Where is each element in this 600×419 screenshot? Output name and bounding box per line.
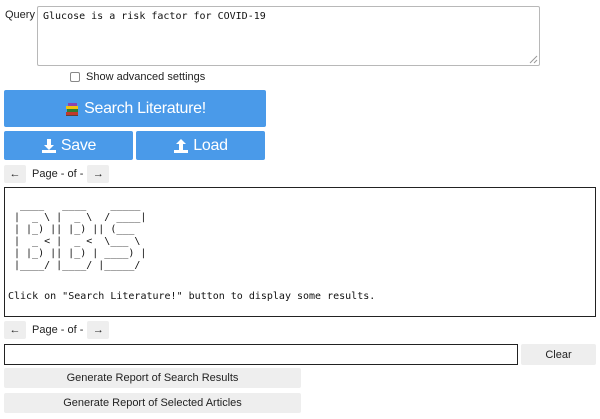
next-page-button[interactable]: → [87,165,110,183]
query-label: Query [5,9,35,21]
advanced-settings-toggle[interactable]: Show advanced settings [70,70,205,84]
download-icon [41,138,57,154]
ascii-logo: ____ ____ _____ | _ \ | _ \ / ____| | |_… [14,200,147,271]
books-icon [64,101,80,117]
generate-report-selected-articles-button[interactable]: Generate Report of Selected Articles [4,393,301,413]
advanced-settings-label: Show advanced settings [86,71,206,83]
pager-bottom: ← Page - of - → [4,321,110,339]
results-message: Click on "Search Literature!" button to … [8,291,376,302]
prev-page-button[interactable]: ← [4,165,26,183]
prev-page-button[interactable]: ← [4,321,26,339]
resize-grip-icon[interactable] [529,55,538,64]
page-indicator: Page - of - [32,168,84,180]
filter-input[interactable] [4,344,518,365]
upload-icon [173,138,189,154]
clear-button[interactable]: Clear [521,344,596,365]
query-input[interactable]: Glucose is a risk factor for COVID-19 [37,6,540,66]
save-button[interactable]: Save [4,131,133,160]
generate-report-search-results-button[interactable]: Generate Report of Search Results [4,368,301,388]
search-literature-label: Search Literature! [84,99,206,117]
load-button[interactable]: Load [136,131,265,160]
results-panel: ____ ____ _____ | _ \ | _ \ / ____| | |_… [4,187,596,317]
advanced-settings-checkbox[interactable] [70,72,80,82]
pager-top: ← Page - of - → [4,165,110,183]
page-indicator: Page - of - [32,324,84,336]
search-literature-button[interactable]: Search Literature! [4,90,266,127]
next-page-button[interactable]: → [87,321,110,339]
save-label: Save [60,136,97,154]
load-label: Load [193,136,228,154]
